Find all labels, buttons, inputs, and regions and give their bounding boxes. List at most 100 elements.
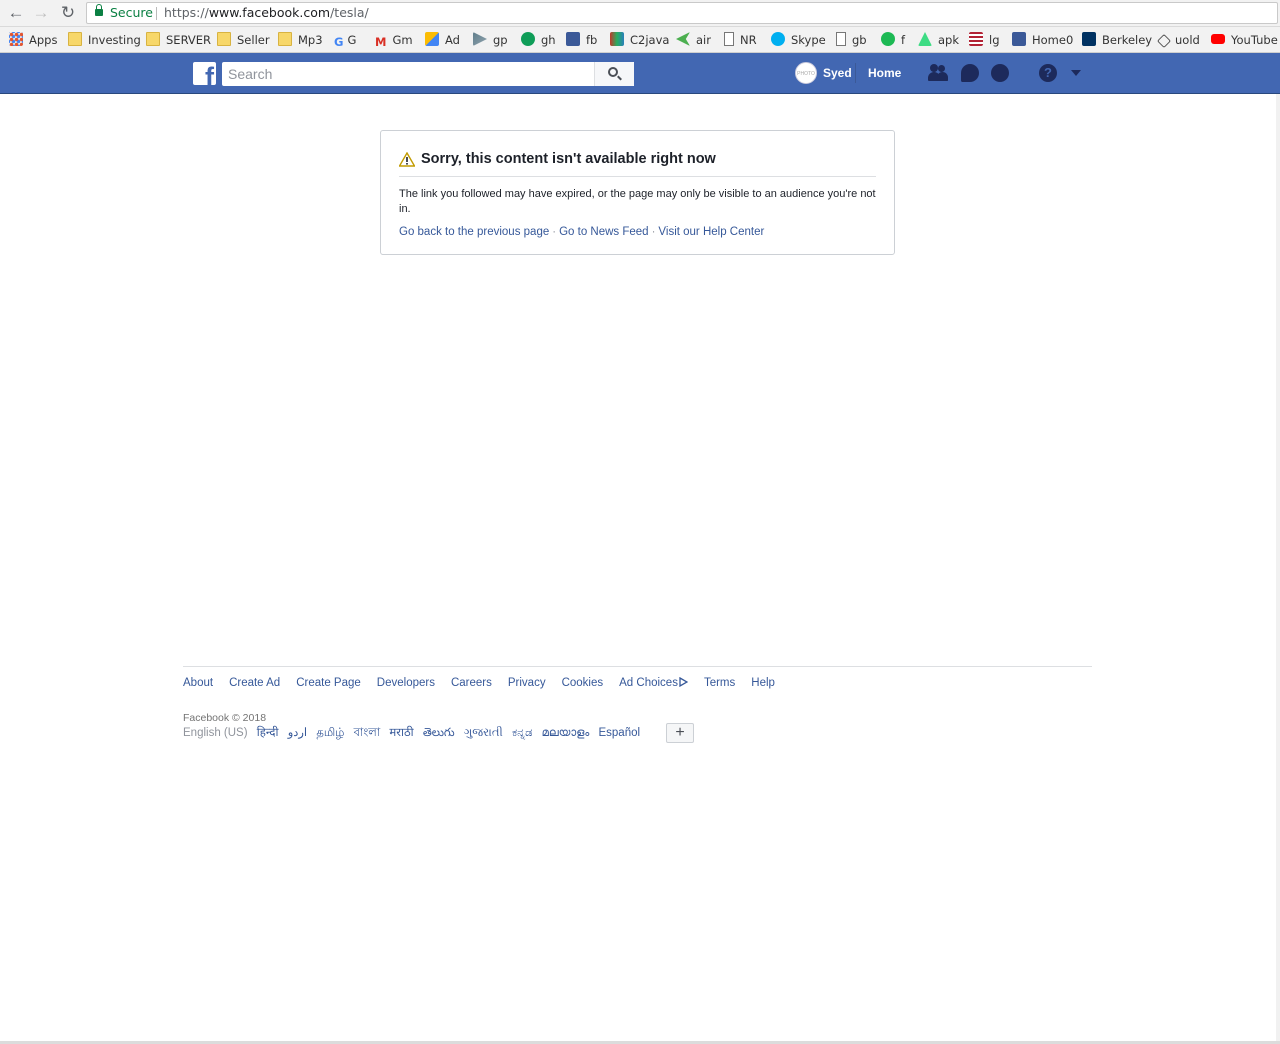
language-malayalam[interactable]: മലയാളം — [542, 727, 590, 739]
bookmark-c2java[interactable]: C2java — [610, 32, 669, 48]
error-message: The link you followed may have expired, … — [399, 188, 876, 215]
bookmark-uold[interactable]: uold — [1156, 32, 1200, 49]
bookmark-gp[interactable]: gp — [473, 32, 508, 48]
bookmark-gb[interactable]: gb — [836, 32, 867, 48]
bookmark-air[interactable]: air — [676, 32, 711, 48]
bookmark-apps[interactable]: Apps — [9, 32, 57, 48]
scrollbar[interactable] — [1276, 94, 1280, 1044]
bookmark-home0[interactable]: Home0 — [1012, 32, 1073, 48]
folder-icon — [217, 32, 231, 46]
footer-create-page-link[interactable]: Create Page — [296, 677, 361, 689]
footer-about-link[interactable]: About — [183, 677, 213, 689]
bookmark-apk[interactable]: apk — [918, 32, 959, 48]
url-text[interactable]: https://www.facebook.com/tesla/ — [164, 3, 369, 23]
play-icon — [881, 32, 895, 46]
adwords-icon — [425, 32, 439, 46]
copyright: Facebook © 2018 — [183, 712, 267, 724]
language-spanish[interactable]: Español — [598, 727, 640, 739]
back-arrow-icon[interactable]: ← — [5, 3, 27, 23]
current-language: English (US) — [183, 727, 248, 739]
forward-arrow-icon[interactable]: → — [30, 3, 52, 23]
vscode-icon — [1156, 33, 1172, 49]
facebook-logo-icon[interactable]: f — [193, 62, 216, 85]
friend-requests-icon[interactable] — [928, 64, 948, 82]
footer-ad-choices-link[interactable]: Ad Choices — [619, 677, 688, 689]
footer-developers-link[interactable]: Developers — [377, 677, 435, 689]
bookmark-gh[interactable]: gh — [521, 32, 556, 48]
previous-page-link[interactable]: Go back to the previous page — [399, 226, 549, 238]
news-feed-link[interactable]: Go to News Feed — [559, 226, 648, 238]
bookmark-skype[interactable]: Skype — [771, 32, 826, 48]
bookmark-berkeley[interactable]: Berkeley — [1082, 32, 1152, 48]
secure-label: Secure — [110, 5, 153, 20]
bookmark-server[interactable]: SERVER — [146, 32, 211, 48]
flag-icon — [969, 32, 983, 46]
notifications-globe-icon[interactable] — [991, 64, 1011, 82]
bookmark-lg[interactable]: lg — [969, 32, 1000, 48]
document-icon — [836, 32, 846, 46]
folder-icon — [68, 32, 82, 46]
language-hindi[interactable]: हिन्दी — [257, 727, 279, 739]
bookmark-ad[interactable]: Ad — [425, 32, 460, 48]
ad-choices-icon — [679, 677, 688, 687]
bookmark-nr[interactable]: NR — [724, 32, 757, 48]
folder-icon — [146, 32, 160, 46]
account-menu-caret-icon[interactable] — [1071, 70, 1081, 76]
language-gujarati[interactable]: ગુજરાતી — [464, 727, 503, 739]
help-center-link[interactable]: Visit our Help Center — [658, 226, 764, 238]
error-title: Sorry, this content isn't available righ… — [421, 151, 716, 167]
bookmark-youtube[interactable]: YouTube — [1211, 32, 1278, 48]
berkeley-icon — [1082, 32, 1096, 46]
facebook-top-bar: f — [0, 53, 1280, 94]
bookmark-g[interactable]: GG — [334, 32, 356, 49]
reload-icon[interactable]: ↻ — [57, 3, 79, 23]
bookmarks-bar: Apps Investing SERVER Seller Mp3 GG M Gm … — [0, 27, 1280, 53]
bookmark-mp3[interactable]: Mp3 — [278, 32, 323, 48]
address-bar[interactable]: Secure https://www.facebook.com/tesla/ — [86, 2, 1278, 24]
gmail-icon: M — [375, 35, 387, 49]
bookmark-investing[interactable]: Investing — [68, 32, 141, 48]
search-button[interactable] — [594, 62, 634, 86]
footer-create-ad-link[interactable]: Create Ad — [229, 677, 280, 689]
avatar[interactable]: PHOTO — [795, 62, 817, 84]
home-link[interactable]: Home — [868, 66, 901, 80]
google-icon: G — [334, 35, 344, 49]
language-tamil[interactable]: தமிழ் — [316, 727, 344, 739]
bookmark-seller[interactable]: Seller — [217, 32, 270, 48]
language-selector: English (US) हिन्दी اردو தமிழ் বাংলা मरा… — [183, 724, 640, 743]
c2java-icon — [610, 32, 624, 46]
error-links: Go back to the previous page · Go to News … — [399, 226, 765, 238]
warning-icon — [399, 152, 415, 167]
bookmark-gm[interactable]: M Gm — [375, 32, 413, 49]
bookmark-fb[interactable]: fb — [566, 32, 597, 48]
footer-careers-link[interactable]: Careers — [451, 677, 492, 689]
air-icon — [676, 32, 690, 46]
footer-divider — [183, 666, 1092, 667]
youtube-icon — [1211, 34, 1225, 44]
help-icon[interactable]: ? — [1039, 64, 1057, 82]
language-bengali[interactable]: বাংলা — [354, 727, 381, 739]
play-store-icon — [473, 32, 487, 46]
skype-icon — [771, 32, 785, 46]
language-telugu[interactable]: తెలుగు — [423, 727, 455, 739]
browser-address-row: ← → ↻ Secure https://www.facebook.com/te… — [0, 0, 1280, 27]
language-kannada[interactable]: ಕನ್ನಡ — [512, 727, 532, 739]
document-icon — [724, 32, 734, 46]
more-languages-button[interactable]: + — [666, 723, 694, 743]
footer-nav: About Create Ad Create Page Developers Caree… — [183, 677, 791, 689]
profile-link[interactable]: Syed — [823, 66, 852, 80]
content-unavailable-box: Sorry, this content isn't available righ… — [380, 130, 895, 255]
apps-grid-icon — [9, 32, 23, 46]
hangouts-icon — [521, 32, 535, 46]
search-input[interactable] — [222, 62, 634, 86]
bookmark-f[interactable]: f — [881, 32, 905, 48]
footer-terms-link[interactable]: Terms — [704, 677, 735, 689]
footer-help-link[interactable]: Help — [751, 677, 775, 689]
footer-cookies-link[interactable]: Cookies — [562, 677, 604, 689]
messenger-icon[interactable] — [961, 64, 981, 82]
language-urdu[interactable]: اردو — [288, 727, 307, 739]
folder-icon — [278, 32, 292, 46]
apk-icon — [918, 32, 932, 46]
footer-privacy-link[interactable]: Privacy — [508, 677, 546, 689]
language-marathi[interactable]: मराठी — [389, 727, 413, 739]
